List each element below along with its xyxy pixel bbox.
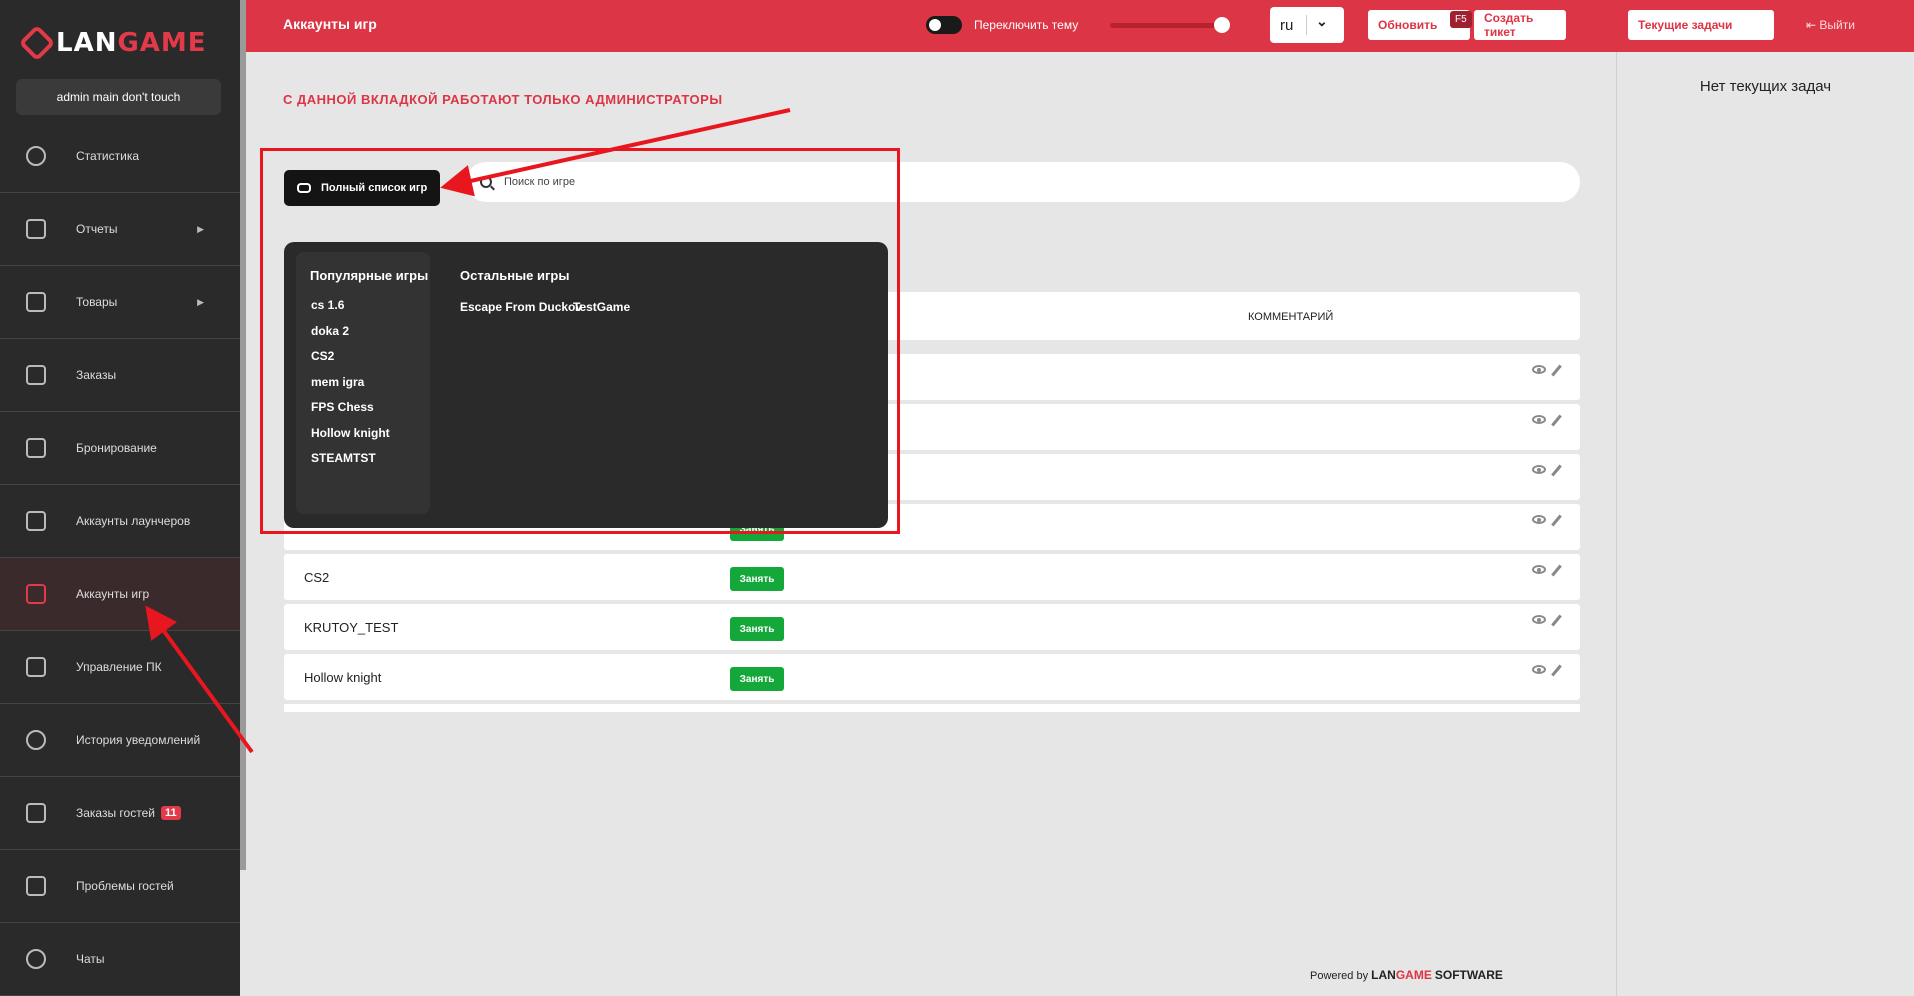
table-row: KRUTOY_TEST Занять [284, 604, 1580, 650]
theme-toggle[interactable] [926, 16, 962, 34]
sidebar-scrollbar[interactable] [240, 0, 246, 870]
theme-toggle-label: Переключить тему [974, 18, 1079, 32]
warning-icon [26, 876, 46, 896]
eye-icon[interactable] [1532, 465, 1546, 474]
pie-chart-icon [26, 146, 46, 166]
sidebar-item-label: Проблемы гостей [76, 879, 174, 893]
eye-icon[interactable] [1532, 365, 1546, 374]
logo-text: LANGAME [56, 28, 207, 58]
sidebar-item[interactable]: Заказы гостей 11 [0, 777, 240, 850]
report-icon [26, 219, 46, 239]
game-name: KRUTOY_TEST [304, 620, 399, 635]
slider-handle[interactable] [1214, 17, 1230, 33]
tasks-empty-text: Нет текущих задач [1699, 78, 1832, 95]
sidebar-item[interactable]: Бронирование [0, 412, 240, 485]
logo[interactable]: LANGAME [18, 24, 207, 62]
footer-brand-lan: LAN [1371, 968, 1396, 982]
pencil-icon[interactable] [1551, 664, 1562, 677]
pencil-icon[interactable] [1551, 514, 1562, 527]
sidebar-item[interactable]: Статистика [0, 120, 240, 193]
grid-icon [26, 365, 46, 385]
sidebar-item-label: Управление ПК [76, 660, 162, 674]
eye-icon[interactable] [1532, 515, 1546, 524]
logout-button[interactable]: ⇤ Выйти [1806, 18, 1855, 32]
sidebar-item[interactable]: Управление ПК [0, 631, 240, 704]
sidebar-item[interactable]: Аккаунты лаунчеров [0, 485, 240, 558]
sidebar-item-label: Заказы гостей [76, 806, 155, 820]
pencil-icon[interactable] [1551, 564, 1562, 577]
footer-brand-software: SOFTWARE [1434, 968, 1503, 982]
chevron-right-icon: ▶ [197, 223, 204, 234]
eye-icon[interactable] [1532, 415, 1546, 424]
chevron-down-icon: ⌄ [1316, 13, 1328, 29]
logo-mark-icon [18, 24, 56, 62]
chevron-right-icon: ▶ [197, 296, 204, 307]
sidebar: LANGAME admin main don't touch Статистик… [0, 0, 240, 996]
edit-square-icon [26, 438, 46, 458]
sidebar-item-label: Бронирование [76, 441, 157, 455]
sidebar-item[interactable]: Чаты [0, 923, 240, 996]
language-value: ru [1280, 16, 1294, 34]
footer-brand-game: GAME [1395, 968, 1432, 982]
logout-icon: ⇤ [1806, 18, 1820, 32]
powered-by-footer[interactable]: Powered by LANGAME SOFTWARE [1310, 968, 1503, 982]
cloche-icon [26, 803, 46, 823]
sidebar-item-label: Товары [76, 295, 118, 309]
chat-icon [26, 949, 46, 969]
pencil-icon[interactable] [1551, 414, 1562, 427]
refresh-hotkey-badge: F5 [1450, 11, 1472, 28]
eye-icon[interactable] [1532, 565, 1546, 574]
sidebar-item[interactable]: Отчеты ▶ [0, 193, 240, 266]
pencil-icon[interactable] [1551, 614, 1562, 627]
game-name: Hollow knight [304, 670, 382, 685]
select-divider [1306, 15, 1307, 35]
tasks-panel: Нет текущих задач [1616, 52, 1914, 996]
pencil-icon[interactable] [1551, 364, 1562, 377]
take-account-button[interactable]: Занять [730, 667, 784, 691]
table-row: CS2 Занять [284, 554, 1580, 600]
bell-icon [26, 730, 46, 750]
sidebar-item[interactable]: Проблемы гостей [0, 850, 240, 923]
eye-icon[interactable] [1532, 615, 1546, 624]
sidebar-item[interactable]: История уведомлений [0, 704, 240, 777]
account-box-icon [26, 584, 46, 604]
account-box-icon [26, 511, 46, 531]
volume-slider[interactable] [1110, 23, 1224, 28]
take-account-button[interactable]: Занять [730, 567, 784, 591]
monitor-icon [26, 657, 46, 677]
pencil-icon[interactable] [1551, 464, 1562, 477]
sidebar-item[interactable]: Заказы [0, 339, 240, 412]
sidebar-item-label: Аккаунты игр [76, 587, 150, 601]
column-header-comment: КОММЕНТАРИЙ [1248, 311, 1334, 323]
user-badge[interactable]: admin main don't touch [16, 79, 221, 115]
table-row: Hollow knight Занять [284, 654, 1580, 700]
admin-only-note: С ДАННОЙ ВКЛАДКОЙ РАБОТАЮТ ТОЛЬКО АДМИНИ… [283, 92, 723, 107]
powered-by-label: Powered by [1310, 970, 1369, 982]
current-tasks-button[interactable]: Текущие задачи [1628, 10, 1774, 40]
page-title: Аккаунты игр [283, 16, 377, 32]
sidebar-item[interactable]: Товары ▶ [0, 266, 240, 339]
cloche-icon [26, 292, 46, 312]
sidebar-item-label: Заказы [76, 368, 117, 382]
eye-icon[interactable] [1532, 665, 1546, 674]
sidebar-item-label: История уведомлений [76, 733, 201, 747]
annotation-highlight-box [260, 148, 900, 534]
sidebar-nav: Статистика Отчеты ▶ Товары ▶ Заказы Бронирован… [0, 120, 240, 996]
count-badge: 11 [160, 806, 181, 820]
sidebar-item-label: Чаты [76, 952, 105, 966]
sidebar-item[interactable]: Аккаунты игр [0, 558, 240, 631]
logout-label: Выйти [1819, 18, 1855, 32]
sidebar-item-label: Аккаунты лаунчеров [76, 514, 191, 528]
game-name: CS2 [304, 570, 330, 585]
table-footer-edge [284, 704, 1580, 712]
take-account-button[interactable]: Занять [730, 617, 784, 641]
create-ticket-button[interactable]: Создать тикет [1474, 10, 1566, 40]
topbar: Аккаунты игр Переключить тему ru ⌄ Обнов… [246, 0, 1914, 52]
sidebar-item-label: Отчеты [76, 222, 118, 236]
language-select[interactable]: ru ⌄ [1270, 7, 1344, 43]
sidebar-item-label: Статистика [76, 149, 140, 163]
